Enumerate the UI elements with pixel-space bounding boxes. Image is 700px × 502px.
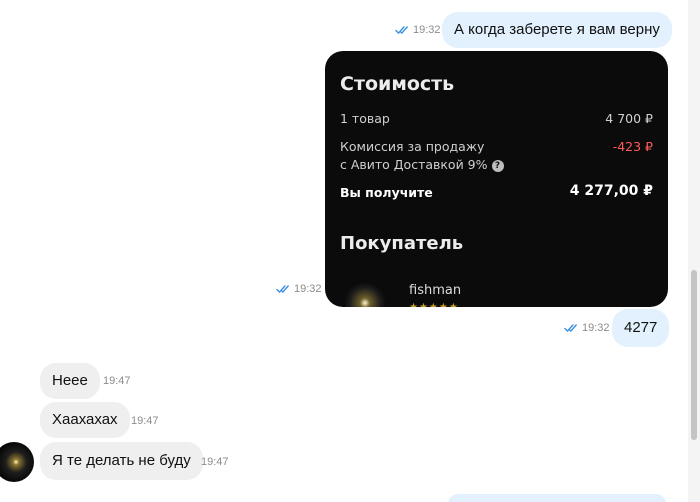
- image-item-label: 1 товар: [340, 111, 390, 126]
- image-commission-label-2: с Авито Доставкой 9%: [340, 157, 488, 172]
- image-commission-label-1: Комиссия за продажу: [340, 139, 485, 154]
- incoming-message[interactable]: Неее: [40, 363, 100, 399]
- sender-avatar[interactable]: [0, 442, 34, 482]
- message-time: 19:47: [131, 415, 159, 427]
- message-meta: 19:32: [395, 24, 441, 36]
- help-icon: ?: [491, 159, 504, 172]
- message-meta: 19:32: [276, 283, 322, 295]
- outgoing-message-partial[interactable]: [448, 494, 666, 502]
- double-check-icon: [395, 26, 408, 34]
- double-check-icon: [276, 285, 289, 293]
- image-message[interactable]: Стоимость 1 товар 4 700 ₽ Комиссия за пр…: [325, 51, 668, 307]
- message-meta: 19:32: [564, 322, 610, 334]
- buyer-avatar: [345, 283, 385, 307]
- chat-history: 19:32 А когда заберете я вам верну 19:32…: [0, 0, 688, 502]
- double-check-icon: [564, 324, 577, 332]
- message-time: 19:47: [201, 456, 229, 468]
- message-time: 19:47: [103, 375, 131, 387]
- incoming-message[interactable]: Я те делать не буду: [40, 442, 203, 480]
- outgoing-message[interactable]: 4277: [612, 309, 670, 347]
- scrollbar-thumb[interactable]: [691, 270, 697, 440]
- message-time: 19:32: [294, 283, 322, 295]
- scrollbar[interactable]: [688, 0, 700, 502]
- image-commission-value: -423 ₽: [612, 139, 653, 154]
- image-cost-title: Стоимость: [340, 73, 455, 95]
- image-item-value: 4 700 ₽: [605, 111, 653, 126]
- image-commission-row-2: с Авито Доставкой 9%?: [340, 157, 504, 172]
- message-time: 19:32: [582, 322, 610, 334]
- star-rating-icon: ★★★★★: [409, 302, 459, 307]
- image-total-label: Вы получите: [340, 185, 433, 200]
- image-buyer-name: fishman: [409, 283, 462, 298]
- image-buyer-title: Покупатель: [340, 233, 464, 254]
- outgoing-message[interactable]: А когда заберете я вам верну: [442, 12, 672, 48]
- message-time: 19:32: [413, 24, 441, 36]
- image-total-value: 4 277,00 ₽: [569, 183, 653, 199]
- incoming-message[interactable]: Хаахахах: [40, 402, 130, 438]
